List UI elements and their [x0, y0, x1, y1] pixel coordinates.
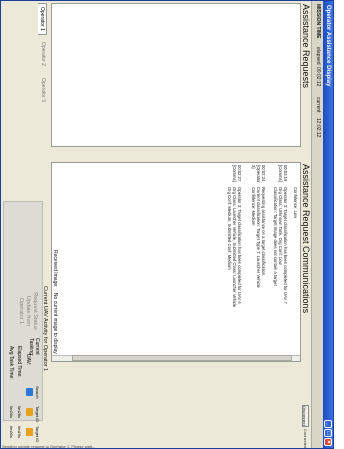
- row-uav: UAV:: [25, 354, 31, 366]
- col-tasking: Target ID: [35, 406, 40, 423]
- uav-icon[interactable]: [26, 428, 33, 436]
- row-elapsed-time: Elapsed Time:: [16, 346, 22, 378]
- elapsed-cell: 0m19s: [17, 426, 22, 439]
- row-avg-task-time: Avg Task Time:: [8, 346, 14, 380]
- uav-icon[interactable]: [26, 388, 33, 396]
- uav-activity-title: Current UAV Activity for Operator 1: [42, 286, 48, 372]
- uav-activity-panel: Received Image: No current image to disp…: [8, 250, 74, 445]
- received-image-value: No current image to display: [52, 292, 58, 354]
- elapsed-cell: 0m28s: [17, 406, 22, 419]
- received-image-label-text: Received Image:: [52, 250, 58, 288]
- col-tasking: Target ID: [35, 426, 40, 443]
- avg-cell: 0m30s: [9, 406, 14, 419]
- uav-icon[interactable]: [26, 408, 33, 416]
- col-tasking: Search: [35, 386, 40, 399]
- avg-cell: 0m30s: [9, 426, 14, 439]
- received-image-label: Received Image: No current image to disp…: [52, 250, 58, 370]
- screen: Operator Assistance Display _ □ × MISSIO…: [0, 0, 344, 449]
